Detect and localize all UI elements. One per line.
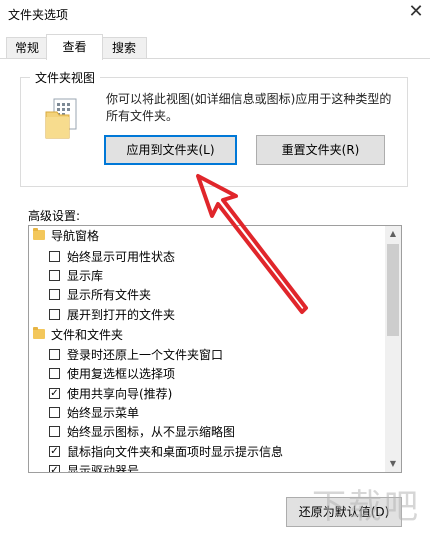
tab-view[interactable]: 查看 (46, 34, 103, 60)
checkbox[interactable] (49, 289, 60, 300)
checkbox[interactable] (49, 407, 60, 418)
checkbox-checked[interactable]: ✓ (49, 465, 60, 472)
checkbox[interactable] (49, 270, 60, 281)
option-label: 显示库 (67, 269, 104, 283)
option-label: 显示驱动器号 (67, 464, 140, 473)
option-label: 展开到打开的文件夹 (67, 308, 176, 322)
window-title: 文件夹选项 (8, 8, 69, 22)
checkbox-checked[interactable]: ✓ (49, 446, 60, 457)
checkbox[interactable] (49, 349, 60, 360)
option-label: 显示所有文件夹 (67, 288, 152, 302)
option-label: 使用共享向导(推荐) (67, 387, 173, 401)
folder-views-description: 你可以将此视图(如详细信息或图标)应用于这种类型的所有文件夹。 (106, 92, 392, 123)
advanced-settings-label: 高级设置: (28, 209, 81, 223)
vertical-scrollbar[interactable]: ▲ ▼ (385, 226, 401, 472)
category-label: 文件和文件夹 (51, 328, 124, 342)
folder-icon (33, 228, 45, 240)
scroll-down-arrow-icon[interactable]: ▼ (385, 456, 401, 472)
checkbox[interactable] (49, 309, 60, 320)
option-label: 始终显示可用性状态 (67, 250, 176, 264)
checkbox[interactable] (49, 251, 60, 262)
title-bar: 文件夹选项 ✕ (0, 0, 430, 30)
folder-views-legend: 文件夹视图 (30, 69, 101, 86)
option-label: 使用复选框以选择项 (67, 367, 176, 381)
red-arrow-annotation (180, 158, 320, 328)
scrollbar-thumb[interactable] (387, 244, 399, 336)
category-label: 导航窗格 (51, 229, 100, 243)
folder-view-icon (45, 98, 79, 140)
tab-search[interactable]: 搜索 (101, 37, 147, 59)
folder-icon (33, 327, 45, 339)
checkbox[interactable] (49, 426, 60, 437)
option-label: 登录时还原上一个文件夹窗口 (67, 348, 224, 362)
close-icon[interactable]: ✕ (404, 0, 428, 24)
option-label: 始终显示图标，从不显示缩略图 (67, 425, 236, 439)
option-label: 鼠标指向文件夹和桌面项时显示提示信息 (67, 445, 284, 459)
scroll-up-arrow-icon[interactable]: ▲ (385, 226, 401, 242)
tab-general[interactable]: 常规 (6, 37, 48, 59)
checkbox[interactable] (49, 368, 60, 379)
option-label: 始终显示菜单 (67, 406, 140, 420)
watermark-logo: 下载吧 (312, 487, 420, 527)
checkbox-checked[interactable]: ✓ (49, 388, 60, 399)
